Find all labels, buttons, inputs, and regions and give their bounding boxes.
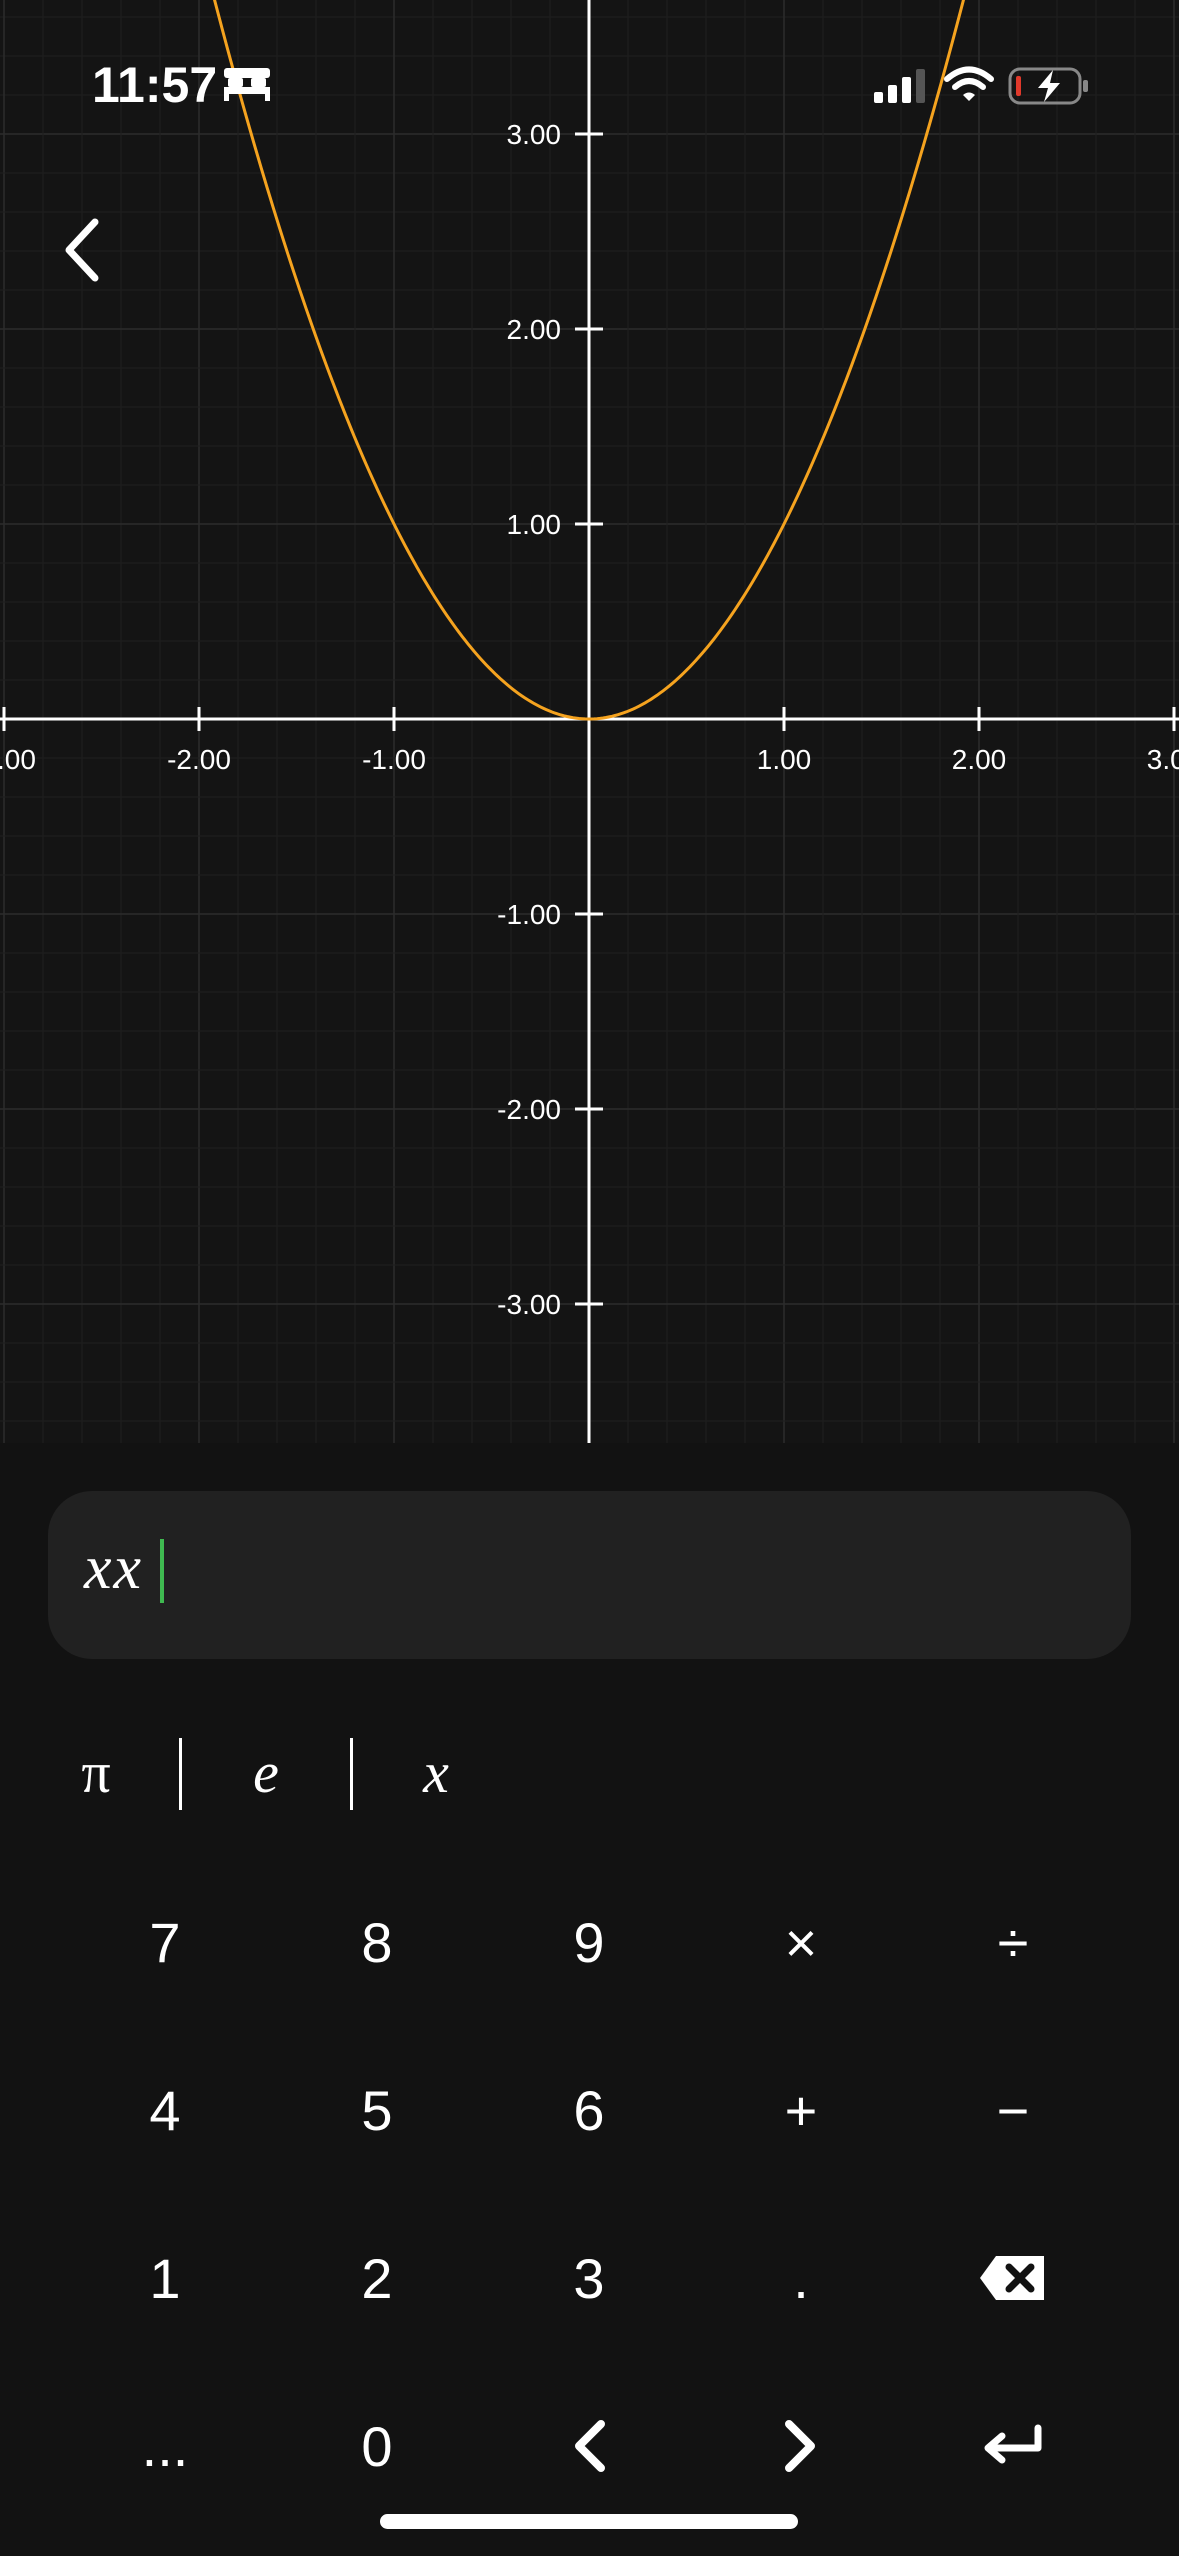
key-3[interactable]: 3 <box>499 2218 679 2338</box>
x-tick-label: -2.00 <box>167 744 231 775</box>
e-key[interactable]: e <box>216 1732 316 1812</box>
enter-icon <box>982 2424 1044 2468</box>
key-multiply[interactable]: × <box>711 1882 891 2002</box>
key-5[interactable]: 5 <box>287 2050 467 2170</box>
y-tick-label: 2.00 <box>507 314 562 345</box>
back-button[interactable] <box>46 210 116 290</box>
key-plus[interactable]: + <box>711 2050 891 2170</box>
graph-area[interactable]: -3.00-2.00-1.001.002.003.003.002.001.00-… <box>0 0 1179 1443</box>
x-tick-label: -3.00 <box>0 744 36 775</box>
graph-canvas[interactable]: -3.00-2.00-1.001.002.003.003.002.001.00-… <box>0 0 1179 1443</box>
home-indicator[interactable] <box>380 2514 798 2529</box>
battery-charging-icon <box>1008 67 1088 105</box>
cellular-signal-icon <box>874 69 925 103</box>
y-tick-label: 1.00 <box>507 509 562 540</box>
symbol-divider <box>179 1738 182 1810</box>
status-bar: 11:57 <box>0 0 1179 170</box>
text-cursor <box>160 1539 164 1603</box>
y-tick-label: -1.00 <box>497 899 561 930</box>
y-tick-label: -2.00 <box>497 1094 561 1125</box>
expression-input[interactable]: xx <box>48 1491 1131 1659</box>
y-tick-label: -3.00 <box>497 1289 561 1320</box>
key-6[interactable]: 6 <box>499 2050 679 2170</box>
cursor-left-icon <box>571 2418 607 2474</box>
x-tick-label: 2.00 <box>952 744 1007 775</box>
x-tick-label: 3.00 <box>1147 744 1179 775</box>
cursor-right-icon <box>783 2418 819 2474</box>
key-decimal[interactable]: . <box>711 2218 891 2338</box>
key-0[interactable]: 0 <box>287 2386 467 2506</box>
key-4[interactable]: 4 <box>75 2050 255 2170</box>
cursor-left-button[interactable] <box>499 2386 679 2506</box>
key-9[interactable]: 9 <box>499 1882 679 2002</box>
key-1[interactable]: 1 <box>75 2218 255 2338</box>
x-tick-label: -1.00 <box>362 744 426 775</box>
pi-key[interactable]: π <box>46 1732 146 1812</box>
key-7[interactable]: 7 <box>75 1882 255 2002</box>
key-2[interactable]: 2 <box>287 2218 467 2338</box>
symbol-divider <box>350 1738 353 1810</box>
x-key[interactable]: x <box>386 1732 486 1812</box>
wifi-icon <box>944 66 994 101</box>
key-minus[interactable]: − <box>923 2050 1103 2170</box>
key-divide[interactable]: ÷ <box>923 1882 1103 2002</box>
key-8[interactable]: 8 <box>287 1882 467 2002</box>
expression-text: xx <box>84 1534 144 1602</box>
chevron-left-icon <box>65 218 99 282</box>
bed-icon <box>224 68 270 101</box>
backspace-button[interactable] <box>923 2218 1103 2338</box>
backspace-icon <box>978 2253 1048 2303</box>
status-time: 11:57 <box>92 57 218 113</box>
x-tick-label: 1.00 <box>757 744 812 775</box>
more-button[interactable]: ... <box>75 2386 255 2506</box>
enter-button[interactable] <box>923 2386 1103 2506</box>
cursor-right-button[interactable] <box>711 2386 891 2506</box>
